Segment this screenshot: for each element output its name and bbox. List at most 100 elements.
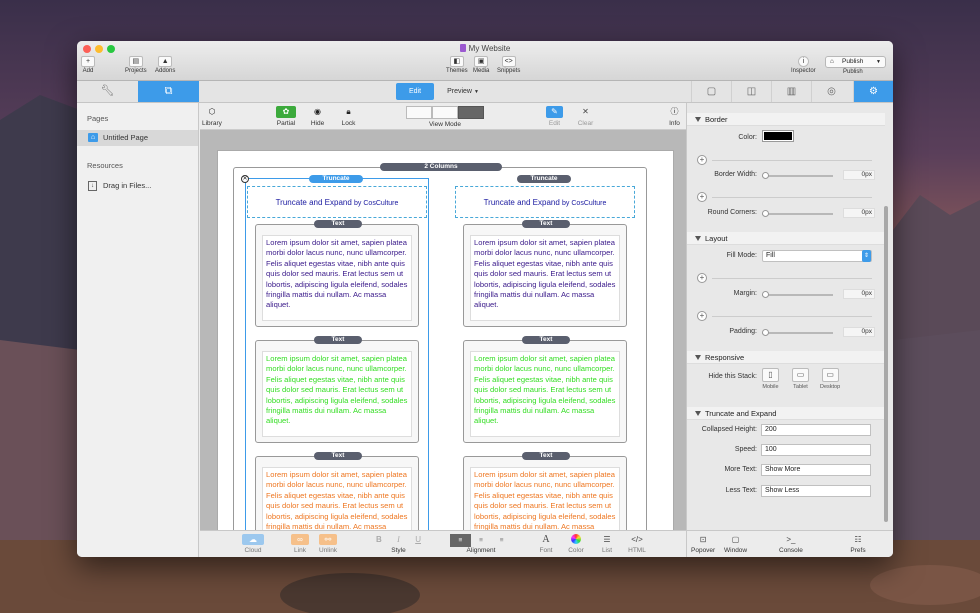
- media-button[interactable]: ▣ Media: [473, 56, 489, 74]
- border-width-value[interactable]: 0px: [843, 170, 875, 180]
- snippets-label: Snippets: [497, 68, 521, 74]
- clear-button[interactable]: ✕ Clear: [577, 106, 594, 127]
- text-stack[interactable]: Text Lorem ipsum dolor sit amet, sapien p…: [463, 452, 627, 530]
- add-breakpoint-button[interactable]: +: [697, 192, 707, 202]
- text-stack[interactable]: Text Lorem ipsum dolor sit amet, sapien p…: [255, 220, 419, 327]
- tab-preview[interactable]: Preview ▼: [434, 83, 492, 100]
- align-center-button[interactable]: ≡: [471, 534, 492, 547]
- info-button[interactable]: ⓘ Info: [666, 106, 683, 127]
- projects-button[interactable]: ▤ Projects: [125, 56, 147, 74]
- color-button[interactable]: Color: [567, 534, 585, 554]
- inspector-tab-page[interactable]: ▢: [691, 81, 731, 102]
- library-button[interactable]: ⬡ Library: [202, 106, 222, 127]
- inspector-tab-layout[interactable]: ◫: [731, 81, 771, 102]
- desktop-toggle[interactable]: ▭ Desktop: [820, 368, 840, 390]
- speed-input[interactable]: 100: [761, 444, 871, 456]
- link-button[interactable]: ∞ Link: [291, 534, 309, 554]
- underline-button[interactable]: U: [415, 534, 421, 547]
- alignment-buttons: ≡ ≡ ≡: [450, 534, 512, 547]
- truncate-expand-box[interactable]: Truncate and Expand by CosCulture: [247, 186, 427, 218]
- align-right-button[interactable]: ≡: [491, 534, 512, 547]
- text-label: Text: [314, 220, 362, 228]
- chevron-down-icon: ▼: [876, 59, 881, 65]
- themes-button[interactable]: ◧ Themes: [446, 56, 468, 74]
- padding-value[interactable]: 0px: [843, 327, 875, 337]
- font-button[interactable]: A Font: [537, 534, 555, 554]
- snippets-button[interactable]: <> Snippets: [497, 56, 520, 74]
- bold-button[interactable]: B: [376, 534, 382, 547]
- edit-button[interactable]: ✎ Edit: [546, 106, 563, 127]
- slider-knob[interactable]: [762, 210, 769, 217]
- slider-knob[interactable]: [762, 172, 769, 179]
- inspector-scrollbar[interactable]: [884, 116, 890, 526]
- scrollbar-thumb[interactable]: [884, 206, 888, 522]
- window-toolbar: My Website + Add ▤ Projects ▲ Addons ◧ Theme…: [77, 41, 893, 81]
- fill-mode-select[interactable]: Fill ⇕: [762, 250, 872, 262]
- text-stack[interactable]: Text Lorem ipsum dolor sit amet, sapien p…: [463, 220, 627, 327]
- layout-section-header[interactable]: Layout: [687, 232, 885, 245]
- text-stack[interactable]: Text Lorem ipsum dolor sit amet, sapien p…: [255, 336, 419, 443]
- margin-value[interactable]: 0px: [843, 289, 875, 299]
- responsive-section-header[interactable]: Responsive: [687, 351, 885, 364]
- desktop-label: Desktop: [820, 384, 841, 390]
- console-button[interactable]: >_ Console: [779, 534, 803, 554]
- text-stack[interactable]: Text Lorem ipsum dolor sit amet, sapien p…: [255, 452, 419, 530]
- hide-label: Hide: [310, 120, 325, 127]
- view-mode-control[interactable]: View Mode: [406, 106, 484, 128]
- sidebar-item-drag-files[interactable]: ↓ Drag in Files...: [77, 178, 198, 194]
- mobile-toggle[interactable]: ▯ Mobile: [762, 368, 779, 390]
- truncate-section-header[interactable]: Truncate and Expand: [687, 407, 885, 420]
- view-mode-2[interactable]: [432, 106, 458, 119]
- margin-slider[interactable]: [762, 291, 833, 298]
- less-text-input[interactable]: Show Less: [761, 485, 871, 497]
- hide-button[interactable]: ◉ Hide: [309, 106, 326, 127]
- truncate-expand-box[interactable]: Truncate and Expand by CosCulture: [455, 186, 635, 218]
- italic-button[interactable]: I: [397, 534, 400, 547]
- tab-edit[interactable]: Edit: [396, 83, 434, 100]
- partial-button[interactable]: ✿ Partial: [276, 106, 296, 127]
- tab-pages[interactable]: ⧉: [138, 81, 199, 102]
- inspector-tab-settings[interactable]: ⚙︎: [853, 81, 893, 102]
- publish-dropdown[interactable]: ⌂ Publish ▼: [825, 56, 886, 68]
- list-button[interactable]: ☰ List: [598, 534, 616, 554]
- inspector-tab-target[interactable]: ◎: [811, 81, 851, 102]
- prefs-button[interactable]: ☷ Prefs: [849, 534, 867, 554]
- border-width-slider[interactable]: [762, 172, 833, 179]
- unlink-button[interactable]: ⚯ Unlink: [319, 534, 337, 554]
- sidebar-item-untitled-page[interactable]: ⌂ Untitled Page: [77, 130, 198, 146]
- border-color-well[interactable]: [762, 130, 794, 142]
- add-breakpoint-button[interactable]: +: [697, 273, 707, 283]
- collapsed-height-input[interactable]: 200: [761, 424, 871, 436]
- padding-slider[interactable]: [762, 329, 833, 336]
- cloud-button[interactable]: ☁ Cloud: [242, 534, 264, 554]
- tab-tools[interactable]: 🔧︎: [77, 81, 138, 102]
- align-left-button[interactable]: ≡: [450, 534, 471, 547]
- inspector-button[interactable]: i Inspector: [791, 56, 816, 74]
- add-breakpoint-button[interactable]: +: [697, 311, 707, 321]
- text-stack[interactable]: Text Lorem ipsum dolor sit amet, sapien p…: [463, 336, 627, 443]
- add-button[interactable]: + Add: [81, 56, 95, 74]
- remove-icon[interactable]: ✕: [241, 175, 249, 183]
- html-button[interactable]: </> HTML: [628, 534, 646, 554]
- lock-button[interactable]: 🔒︎ Lock: [340, 106, 357, 127]
- layout-icon: ◫: [746, 86, 757, 97]
- inspector-tab-header[interactable]: ▥: [771, 81, 811, 102]
- tablet-toggle[interactable]: ▭ Tablet: [792, 368, 809, 390]
- house-icon: ⌂: [830, 58, 834, 65]
- pages-header: Pages: [87, 114, 109, 123]
- slider-knob[interactable]: [762, 329, 769, 336]
- popover-icon: ⊡: [699, 535, 707, 544]
- divider: [712, 278, 872, 279]
- plus-icon: +: [81, 56, 95, 67]
- border-section-header[interactable]: Border: [687, 113, 885, 126]
- add-breakpoint-button[interactable]: +: [697, 155, 707, 165]
- round-corners-slider[interactable]: [762, 210, 833, 217]
- view-mode-1[interactable]: [406, 106, 432, 119]
- slider-knob[interactable]: [762, 291, 769, 298]
- addons-button[interactable]: ▲ Addons: [155, 56, 175, 74]
- window-button[interactable]: ▢ Window: [724, 534, 747, 554]
- popover-button[interactable]: ⊡ Popover: [691, 534, 715, 554]
- view-mode-3[interactable]: [458, 106, 484, 119]
- more-text-input[interactable]: Show More: [761, 464, 871, 476]
- round-corners-value[interactable]: 0px: [843, 208, 875, 218]
